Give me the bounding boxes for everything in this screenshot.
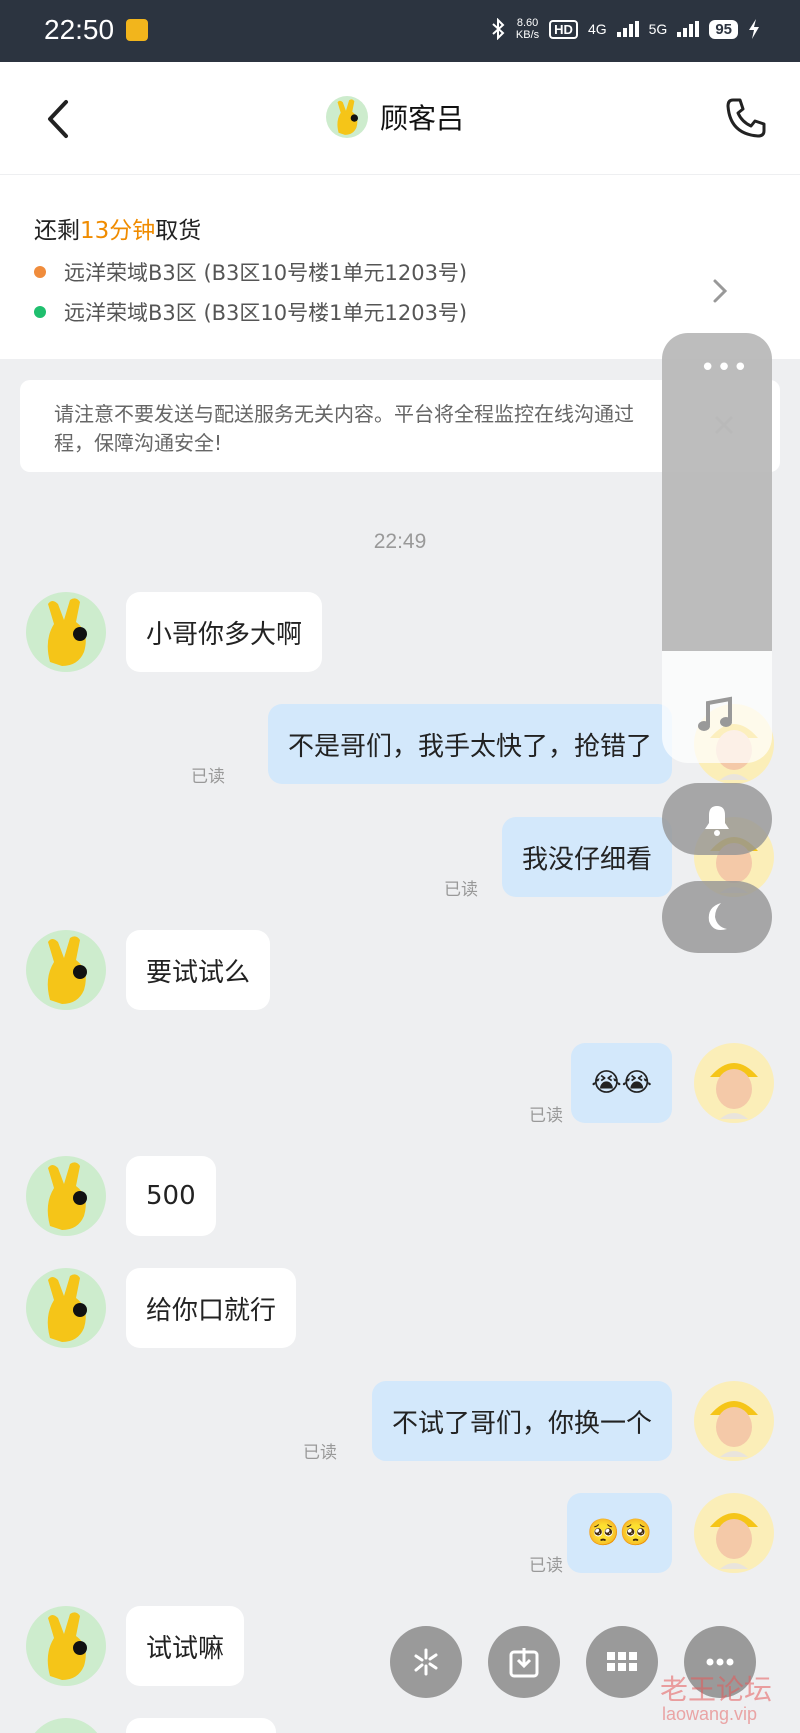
delivery-address: 远洋荣域B3区 (B3区10号楼1单元1203号) — [34, 297, 467, 327]
customer-avatar[interactable] — [26, 1268, 106, 1348]
hd-voice-badge: HD — [549, 19, 578, 39]
music-note-icon[interactable] — [696, 695, 736, 735]
message-bubble[interactable]: 要试试么 — [126, 930, 271, 1010]
chevron-right-icon[interactable] — [710, 276, 730, 306]
status-time: 22:50 — [44, 14, 115, 45]
mascot-icon — [47, 1274, 87, 1342]
customer-avatar[interactable] — [26, 1718, 106, 1733]
quick-action-button[interactable] — [390, 1626, 462, 1698]
chat-title: 顾客吕 — [326, 96, 464, 138]
status-indicators: 8.60 KB/s HD 4G 5G 95 — [490, 17, 760, 41]
grid-icon — [607, 1652, 637, 1671]
read-receipt: 已读 — [529, 1106, 563, 1126]
mascot-icon — [47, 1162, 87, 1230]
rider-avatar[interactable] — [694, 1381, 774, 1461]
rider-face-icon — [710, 1401, 758, 1457]
back-arrow-icon[interactable] — [40, 96, 80, 142]
watermark-text: 老王论坛 — [660, 1673, 773, 1706]
rider-avatar[interactable] — [694, 1493, 774, 1573]
order-card[interactable]: 还剩13分钟取货 远洋荣域B3区 (B3区10号楼1单元1203号) 远洋荣域B… — [0, 175, 800, 359]
delivery-dot — [34, 306, 46, 318]
rider-face-icon — [710, 1063, 758, 1119]
message-bubble[interactable]: 500 — [126, 1156, 216, 1236]
moon-icon — [708, 903, 727, 930]
do-not-disturb-button[interactable] — [662, 881, 772, 953]
phone-call-icon[interactable] — [724, 96, 768, 140]
sparkle-icon — [414, 1648, 438, 1676]
rider-avatar[interactable] — [694, 1043, 774, 1123]
customer-avatar[interactable] — [26, 592, 106, 672]
message-bubble[interactable]: 试试嘛 — [126, 1606, 245, 1686]
emoji-bubble[interactable]: 🥺🥺 — [567, 1493, 672, 1573]
message-bubble[interactable]: 我没仔细看 — [501, 817, 672, 897]
pickup-countdown: 还剩13分钟取货 — [34, 218, 202, 244]
pickup-address: 远洋荣域B3区 (B3区10号楼1单元1203号) — [34, 257, 467, 287]
read-receipt: 已读 — [303, 1443, 337, 1463]
signal-icon — [616, 21, 639, 37]
charging-icon — [749, 19, 759, 39]
chat-header: 顾客吕 — [0, 62, 800, 174]
message-bubble[interactable]: 给你口就行 — [126, 1268, 297, 1348]
bell-button[interactable] — [662, 783, 772, 855]
read-receipt: 已读 — [529, 1556, 563, 1576]
watermark-url: laowang.vip — [662, 1704, 758, 1724]
signal-icon-2 — [677, 21, 700, 37]
sim2-network-label: 5G — [648, 21, 668, 37]
message-bubble[interactable]: 不试了哥们，你换一个 — [371, 1381, 672, 1461]
customer-avatar[interactable] — [26, 1156, 106, 1236]
message-bubble-partial[interactable] — [126, 1718, 276, 1733]
read-receipt: 已读 — [444, 880, 478, 900]
status-bar: 22:50 8.60 KB/s HD 4G 5G 95 — [0, 0, 800, 62]
emoji-bubble[interactable]: 😭😭 — [571, 1043, 672, 1123]
pickup-dot — [34, 266, 46, 278]
mascot-icon — [47, 1612, 87, 1680]
rider-face-icon — [710, 1513, 758, 1569]
customer-avatar-small — [326, 96, 368, 138]
more-dots-icon[interactable]: ••• — [700, 355, 749, 381]
download-button[interactable] — [488, 1626, 560, 1698]
net-speed: 8.60 KB/s — [515, 17, 540, 41]
sim1-network-label: 4G — [587, 21, 607, 37]
volume-slider[interactable]: ••• — [662, 333, 772, 651]
apps-grid-button[interactable] — [586, 1626, 658, 1698]
message-bubble[interactable]: 不是哥们，我手太快了，抢错了 — [267, 704, 672, 784]
customer-avatar[interactable] — [26, 1606, 106, 1686]
download-icon — [509, 1648, 539, 1678]
page-title: 顾客吕 — [380, 102, 465, 135]
read-receipt: 已读 — [191, 767, 225, 787]
bluetooth-icon — [492, 18, 505, 40]
customer-avatar[interactable] — [26, 930, 106, 1010]
message-bubble[interactable]: 小哥你多大啊 — [126, 592, 323, 672]
mascot-icon — [47, 598, 87, 666]
time-left: 13分钟 — [80, 218, 156, 244]
mascot-icon — [47, 936, 87, 1004]
floating-control-panel[interactable]: ••• — [662, 333, 772, 763]
bell-icon — [705, 806, 729, 836]
mascot-icon — [337, 99, 359, 135]
battery-level: 95 — [709, 19, 738, 39]
app-notification-icon — [126, 19, 148, 41]
